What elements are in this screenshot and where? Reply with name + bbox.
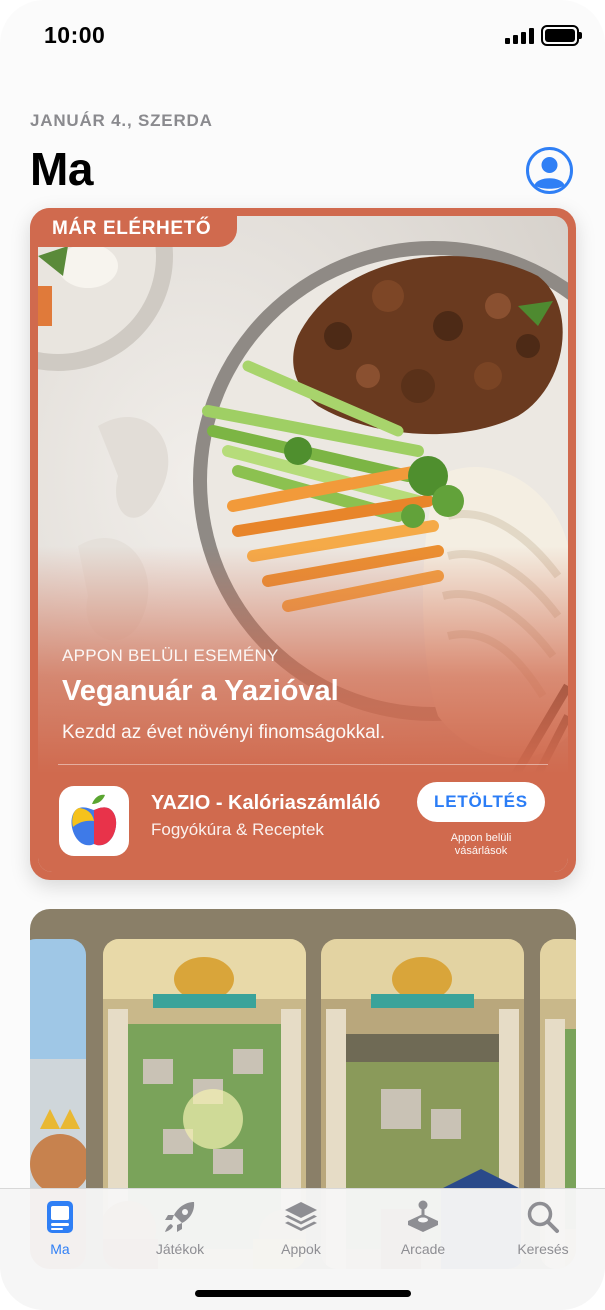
in-app-purchases-note: Appon belüli vásárlások	[417, 832, 545, 858]
layers-icon	[285, 1202, 317, 1231]
apple-logo-icon	[71, 794, 117, 846]
page-title: Ma	[30, 143, 93, 195]
tab-today[interactable]: Ma	[10, 1199, 110, 1265]
app-name: YAZIO - Kalóriaszámláló	[151, 792, 381, 814]
app-store-today-screen: 10:00 JANUÁR 4., SZERDA Ma MÁR ELÉRHETŐ …	[0, 0, 605, 1310]
story-headline: Veganuár a Yazióval	[62, 675, 339, 707]
availability-badge: MÁR ELÉRHETŐ	[30, 208, 238, 247]
today-icon	[47, 1201, 73, 1233]
iap-line-1: Appon belüli	[450, 832, 512, 844]
tab-label-apps: Appok	[281, 1241, 321, 1257]
yazio-app-icon[interactable]	[59, 786, 129, 856]
story-subtitle: Kezdd az évet növényi finomságokkal.	[62, 722, 386, 743]
date-label: JANUÁR 4., SZERDA	[30, 111, 213, 130]
cellular-signal-icon	[505, 28, 535, 44]
story-eyebrow: APPON BELÜLI ESEMÉNY	[62, 646, 279, 665]
tab-apps[interactable]: Appok	[251, 1199, 351, 1265]
tab-arcade[interactable]: Arcade	[373, 1199, 473, 1265]
tab-label-today: Ma	[50, 1241, 70, 1257]
rocket-icon	[165, 1202, 195, 1232]
status-bar: 10:00	[0, 0, 605, 72]
iap-line-2: vásárlások	[454, 845, 508, 857]
search-icon	[527, 1201, 559, 1233]
account-icon	[526, 147, 573, 194]
tab-games[interactable]: Játékok	[130, 1199, 230, 1265]
joystick-icon	[408, 1200, 438, 1232]
account-button[interactable]	[525, 146, 574, 195]
food-image	[38, 216, 568, 872]
tab-label-arcade: Arcade	[400, 1241, 446, 1257]
status-time: 10:00	[44, 22, 106, 48]
featured-story-card[interactable]: MÁR ELÉRHETŐ APPON BELÜLI ESEMÉNY Veganu…	[30, 208, 576, 880]
tab-label-search: Keresés	[517, 1241, 569, 1257]
tab-label-games: Játékok	[155, 1241, 205, 1257]
app-category: Fogyókúra & Receptek	[151, 820, 324, 839]
home-indicator[interactable]	[195, 1290, 411, 1297]
card-divider	[58, 764, 548, 765]
tab-search[interactable]: Keresés	[493, 1199, 593, 1265]
battery-icon	[541, 25, 582, 46]
get-button[interactable]: LETÖLTÉS	[417, 782, 545, 822]
